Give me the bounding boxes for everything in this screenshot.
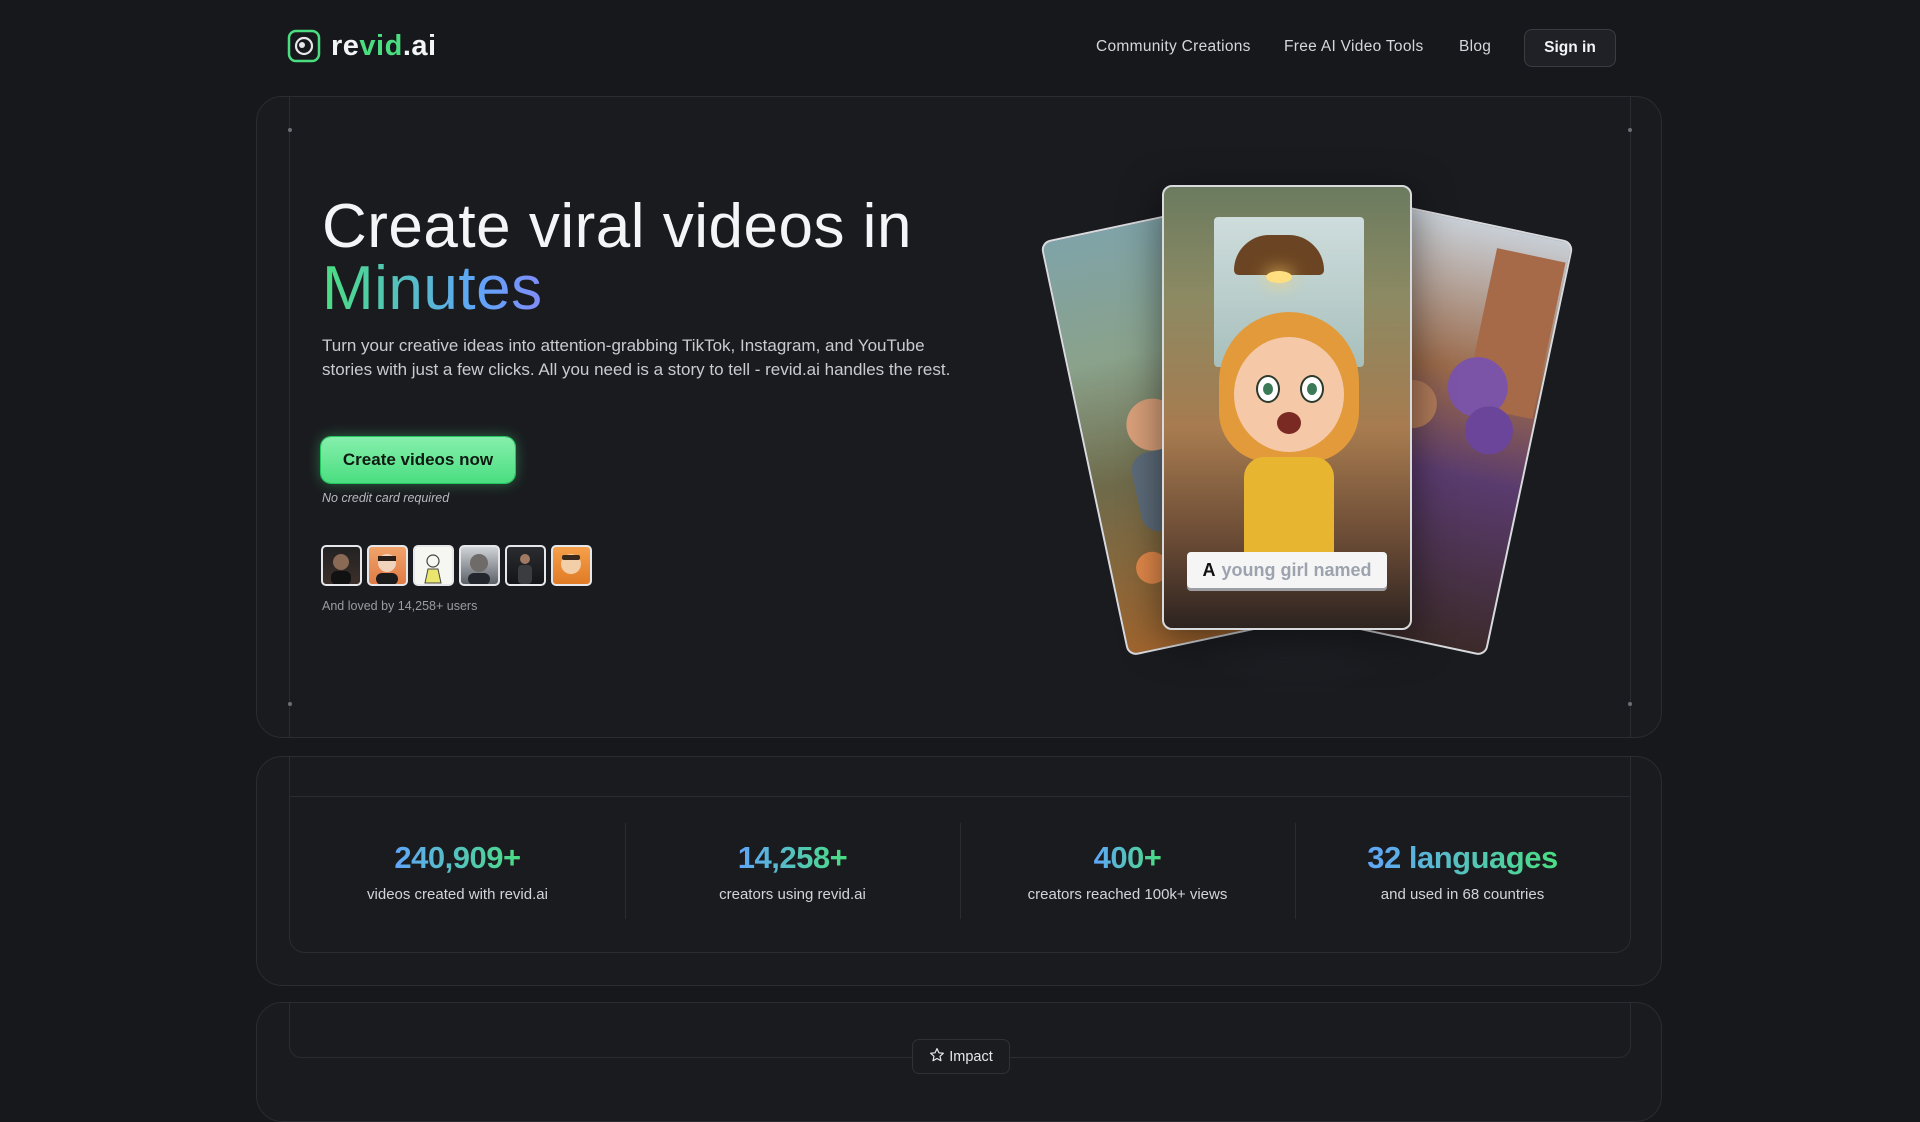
stat-label: creators reached 100k+ views xyxy=(1027,886,1228,903)
impact-badge: Impact xyxy=(912,1039,1010,1074)
hero-title: Create viral videos in xyxy=(322,192,912,261)
hero-title-accent: Minutes xyxy=(322,254,543,323)
stat-videos-created: 240,909+ videos created with revid.ai xyxy=(290,797,625,952)
stat-views: 400+ creators reached 100k+ views xyxy=(960,797,1295,952)
girl-dress xyxy=(1244,457,1334,567)
corner-dot xyxy=(288,702,292,706)
girl-face xyxy=(1234,337,1344,452)
avatar xyxy=(413,545,454,586)
stats-top-frame xyxy=(289,756,1631,796)
loved-by-text: And loved by 14,258+ users xyxy=(322,599,478,613)
logo-text: revid.ai xyxy=(331,29,437,62)
nav-link-blog[interactable]: Blog xyxy=(1459,38,1491,56)
girl-eye xyxy=(1256,375,1280,403)
stat-label: videos created with revid.ai xyxy=(367,886,548,903)
stat-value: 400+ xyxy=(1093,840,1162,875)
logo-icon xyxy=(287,29,321,63)
user-avatars xyxy=(321,545,592,586)
no-credit-card-note: No credit card required xyxy=(322,491,450,505)
avatar xyxy=(551,545,592,586)
stats-grid: 240,909+ videos created with revid.ai 14… xyxy=(289,796,1631,953)
stat-value: 240,909+ xyxy=(394,840,521,875)
corner-dot xyxy=(1628,702,1632,706)
impact-label: Impact xyxy=(949,1048,993,1065)
create-videos-button[interactable]: Create videos now xyxy=(321,437,515,483)
stat-label: and used in 68 countries xyxy=(1380,886,1545,903)
avatar xyxy=(321,545,362,586)
lamp-light xyxy=(1266,271,1292,283)
avatar xyxy=(505,545,546,586)
avatar xyxy=(459,545,500,586)
logo[interactable]: revid.ai xyxy=(287,29,437,63)
avatar xyxy=(367,545,408,586)
nav-link-free-ai-video-tools[interactable]: Free AI Video Tools xyxy=(1284,38,1424,56)
stat-label: creators using revid.ai xyxy=(719,886,866,903)
star-icon xyxy=(929,1047,945,1067)
top-navbar: revid.ai Community Creations Free AI Vid… xyxy=(0,0,1920,96)
girl-mouth xyxy=(1277,412,1301,434)
corner-dot xyxy=(288,128,292,132)
video-preview-card-main: Ayoung girl named xyxy=(1162,185,1412,630)
video-caption: Ayoung girl named xyxy=(1187,552,1387,588)
hero-subtitle: Turn your creative ideas into attention-… xyxy=(322,336,951,379)
sign-in-button[interactable]: Sign in xyxy=(1524,29,1616,67)
stat-creators: 14,258+ creators using revid.ai xyxy=(625,797,960,952)
nav-link-community-creations[interactable]: Community Creations xyxy=(1096,38,1251,56)
girl-eye xyxy=(1300,375,1324,403)
stat-value: 32 languages xyxy=(1367,840,1558,875)
stat-value: 14,258+ xyxy=(737,840,848,875)
corner-dot xyxy=(1628,128,1632,132)
stat-languages: 32 languages and used in 68 countries xyxy=(1295,797,1630,952)
